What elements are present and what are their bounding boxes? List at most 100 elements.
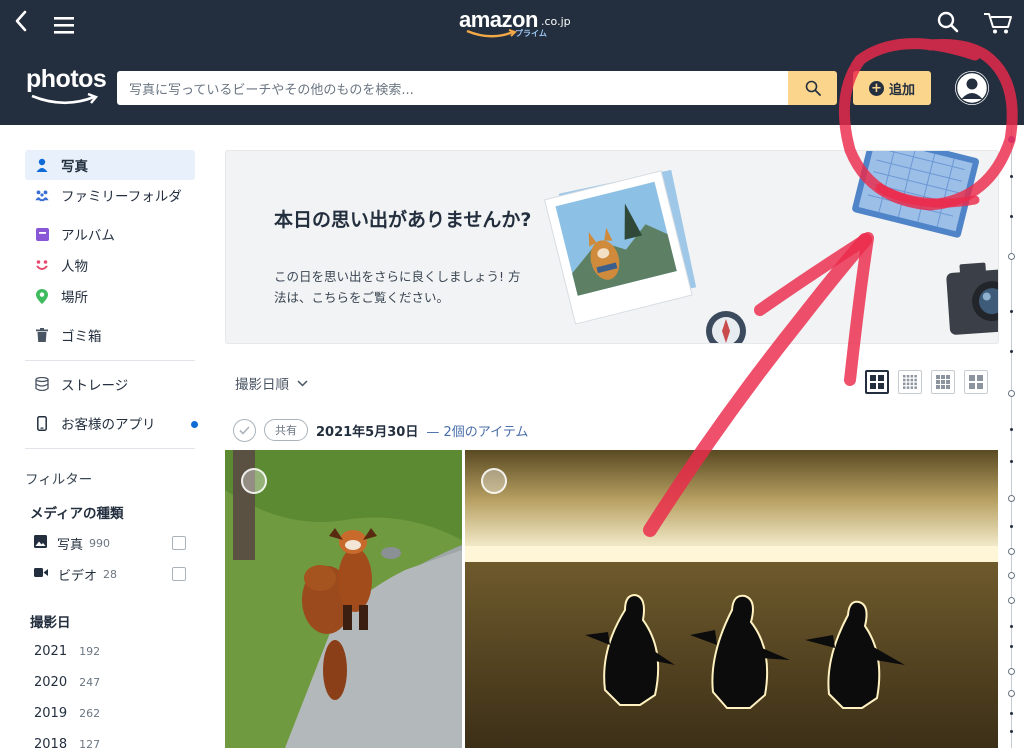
red-panda-image xyxy=(225,450,462,748)
memories-banner[interactable]: 本日の思い出がありませんか? この日を思い出をさらに良くしましょう! 方法は、こ… xyxy=(225,150,999,344)
sidebar: 写真 ファミリーフォルダ アルバム 人物 場所 ゴミ箱 ストレージ お客様のアプ… xyxy=(0,125,210,752)
timeline-marker[interactable] xyxy=(1008,253,1015,260)
filter-checkbox[interactable] xyxy=(172,567,186,581)
timeline-marker[interactable] xyxy=(1008,690,1015,697)
year-filter[interactable]: 2021 192 xyxy=(34,641,100,661)
family-icon xyxy=(35,188,49,202)
location-pin-icon xyxy=(35,288,49,304)
year-filter[interactable]: 2018 127 xyxy=(34,734,100,754)
timeline-marker[interactable] xyxy=(1008,668,1015,675)
search-input[interactable]: 写真に写っているビーチやその他のものを検索... xyxy=(117,71,788,105)
face-icon xyxy=(35,258,49,272)
small-grid-icon xyxy=(903,375,917,389)
timeline-marker[interactable] xyxy=(1008,572,1015,579)
timeline-tick xyxy=(1010,215,1013,218)
timeline-tick xyxy=(1010,460,1013,463)
sidebar-item-label: 場所 xyxy=(61,290,88,306)
search-icon[interactable] xyxy=(937,11,959,38)
person-icon xyxy=(35,158,49,172)
search-button[interactable] xyxy=(788,71,837,105)
timeline-tick xyxy=(1010,625,1013,628)
timeline-tick xyxy=(1010,350,1013,353)
filter-checkbox[interactable] xyxy=(172,536,186,550)
timeline-marker[interactable] xyxy=(1008,548,1015,555)
image-icon xyxy=(34,534,47,552)
year-filter[interactable]: 2020 247 xyxy=(34,672,100,692)
filter-label: 写真 xyxy=(57,537,84,553)
year-count: 247 xyxy=(79,675,101,689)
plus-icon: + xyxy=(868,80,884,96)
photo-red-pandas[interactable] xyxy=(225,450,462,748)
sidebar-item-label: ゴミ箱 xyxy=(61,329,102,345)
photo-select-checkbox[interactable] xyxy=(241,468,267,494)
year-count: 262 xyxy=(79,706,101,720)
sort-dropdown[interactable]: 撮影日順 xyxy=(235,373,308,393)
timeline-marker[interactable] xyxy=(1008,390,1015,397)
timeline-tick xyxy=(1010,712,1013,715)
video-camera-icon xyxy=(34,567,48,582)
cart-icon[interactable] xyxy=(983,11,1013,40)
chevron-down-icon xyxy=(297,379,308,387)
notification-dot xyxy=(191,421,198,428)
shared-badge[interactable]: 共有 xyxy=(264,419,308,441)
filter-count: 990 xyxy=(89,536,111,550)
amazon-photos-logo[interactable]: photos xyxy=(26,65,107,111)
timeline-tick xyxy=(1010,525,1013,528)
photos-wordmark: photos xyxy=(26,65,107,93)
sidebar-item-storage[interactable]: ストレージ xyxy=(25,369,195,399)
amazon-smile-icon xyxy=(466,29,517,38)
timeline-scrubber[interactable] xyxy=(1011,125,1012,748)
trash-icon xyxy=(35,328,49,342)
photos-smile-icon xyxy=(31,93,99,105)
select-group-checkbox[interactable] xyxy=(233,418,256,442)
banner-illustration xyxy=(543,151,998,343)
sidebar-item-your-apps[interactable]: お客様のアプリ xyxy=(25,408,195,438)
filter-videos[interactable]: ビデオ 28 xyxy=(34,563,186,585)
sidebar-item-albums[interactable]: アルバム xyxy=(25,219,195,249)
timeline-marker[interactable] xyxy=(1008,597,1015,604)
add-button[interactable]: + 追加 xyxy=(853,71,931,105)
view-medium-grid-button[interactable] xyxy=(931,370,955,394)
menu-icon[interactable] xyxy=(54,13,74,39)
banner-title: 本日の思い出がありませんか? xyxy=(274,209,532,231)
back-chevron-icon[interactable] xyxy=(14,10,28,37)
add-button-label: 追加 xyxy=(888,82,915,98)
photo-penguins[interactable] xyxy=(465,450,998,748)
search-icon xyxy=(805,80,821,96)
media-type-heading: メディアの種類 xyxy=(30,506,124,522)
sidebar-item-places[interactable]: 場所 xyxy=(25,281,195,311)
medium-grid-icon xyxy=(936,375,950,389)
sidebar-item-label: お客様のアプリ xyxy=(61,417,156,433)
view-mosaic-button[interactable] xyxy=(964,370,988,394)
view-small-grid-button[interactable] xyxy=(898,370,922,394)
storage-icon xyxy=(35,377,49,391)
year-filter[interactable]: 2019 262 xyxy=(34,703,100,723)
album-icon xyxy=(35,227,49,241)
penguins-image xyxy=(465,450,998,748)
sidebar-item-people[interactable]: 人物 xyxy=(25,250,195,280)
timeline-tick xyxy=(1010,175,1013,178)
filter-photos[interactable]: 写真 990 xyxy=(34,532,186,554)
prime-label: プライム xyxy=(515,29,547,38)
sort-label: 撮影日順 xyxy=(235,377,289,393)
timeline-tick xyxy=(1010,730,1013,733)
photo-select-checkbox[interactable] xyxy=(481,468,507,494)
timeline-tick xyxy=(1010,645,1013,648)
year-label: 2019 xyxy=(34,705,68,721)
account-avatar[interactable] xyxy=(955,71,989,105)
timeline-tick xyxy=(1010,428,1013,431)
timeline-marker[interactable] xyxy=(1008,495,1015,502)
large-grid-icon xyxy=(870,375,884,389)
filter-count: 28 xyxy=(103,567,118,581)
sidebar-item-family-folder[interactable]: ファミリーフォルダ xyxy=(25,180,195,210)
date-taken-heading: 撮影日 xyxy=(30,615,71,631)
sidebar-item-label: アルバム xyxy=(61,228,115,244)
sidebar-item-photos[interactable]: 写真 xyxy=(25,150,195,180)
view-large-grid-button[interactable] xyxy=(865,370,889,394)
banner-description[interactable]: この日を思い出をさらに良くしましょう! 方法は、こちらをご覧ください。 xyxy=(274,266,524,308)
year-label: 2021 xyxy=(34,643,68,659)
timeline-marker[interactable] xyxy=(1008,136,1015,143)
sidebar-item-trash[interactable]: ゴミ箱 xyxy=(25,320,195,350)
amazon-prime-logo[interactable]: amazon .co.jp プライム xyxy=(459,7,579,41)
date-group-header: 共有 2021年5月30日 — 2個のアイテム xyxy=(233,418,528,442)
